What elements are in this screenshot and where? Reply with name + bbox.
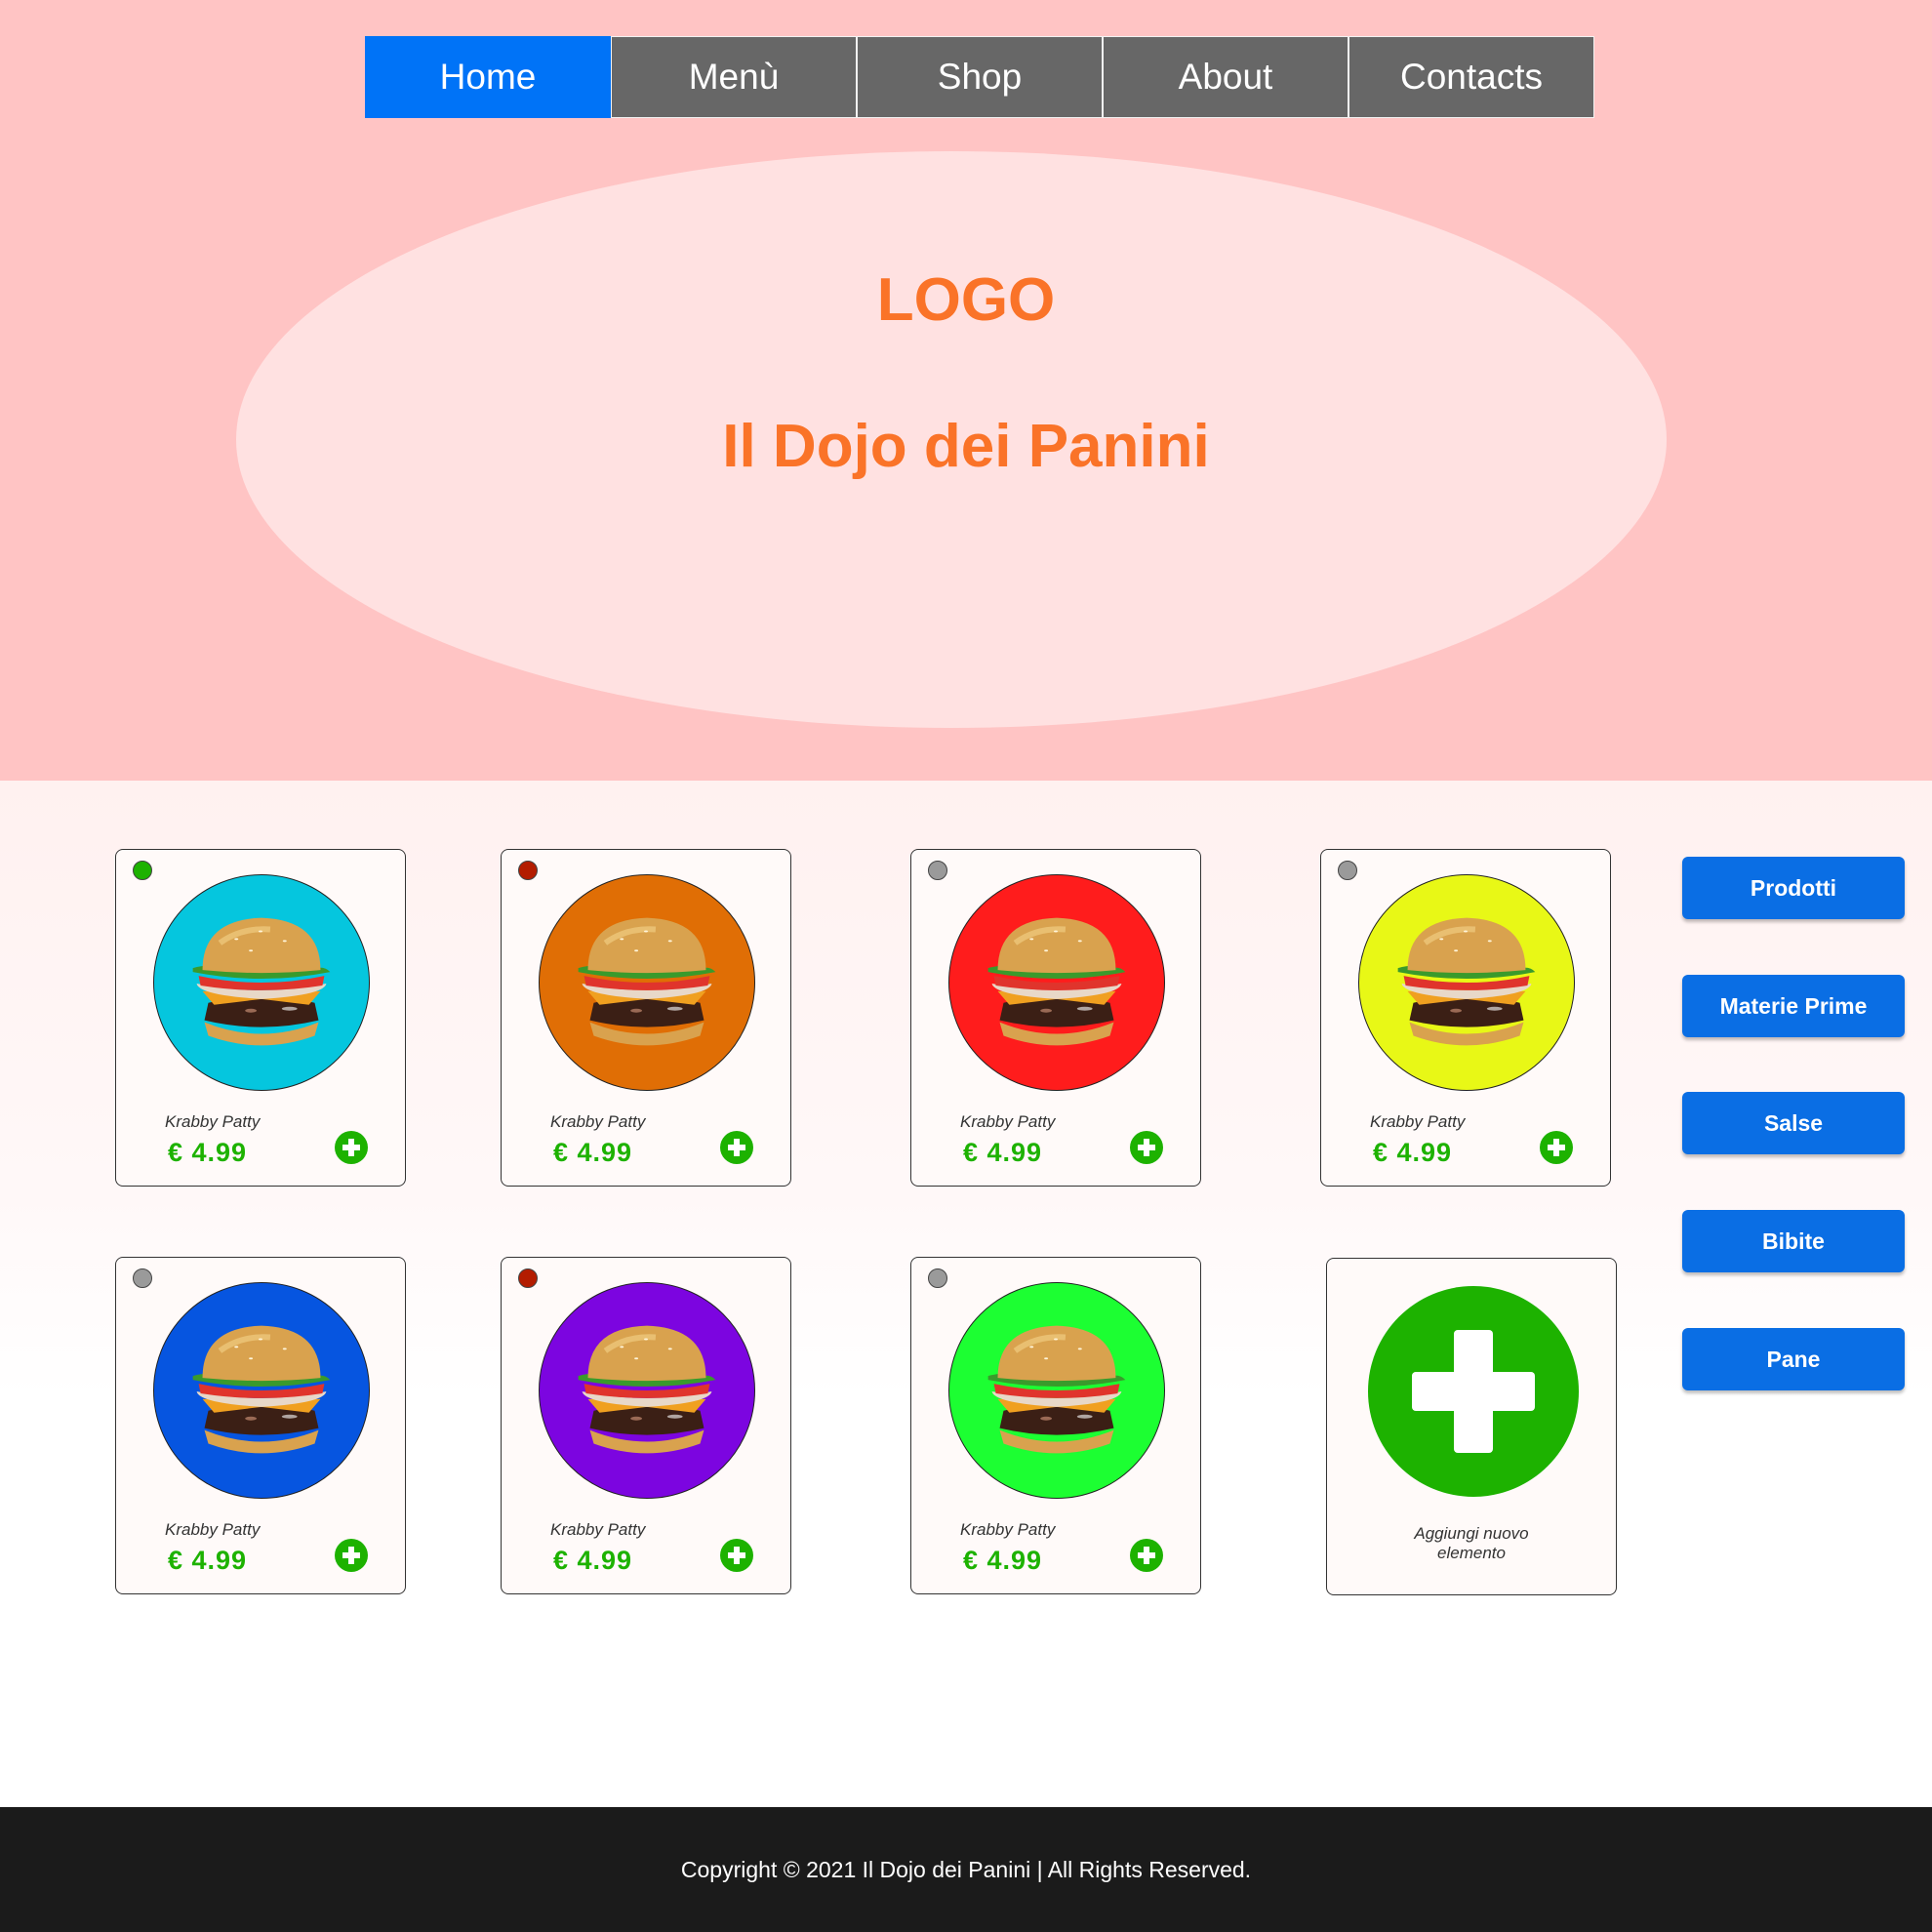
product-price: € 4.99 <box>963 1546 1043 1575</box>
category-materie-prime-button[interactable]: Materie Prime <box>1682 975 1905 1037</box>
product-price: € 4.99 <box>553 1138 633 1167</box>
nav-menu[interactable]: Menù <box>611 36 857 118</box>
status-dot-icon <box>518 1268 538 1288</box>
status-dot-icon <box>133 861 152 880</box>
nav-shop[interactable]: Shop <box>857 36 1103 118</box>
footer: Copyright © 2021 Il Dojo dei Panini | Al… <box>0 1807 1932 1932</box>
category-salse-button[interactable]: Salse <box>1682 1092 1905 1154</box>
add-item-icon[interactable] <box>1368 1286 1579 1497</box>
site-title: Il Dojo dei Panini <box>722 413 1210 480</box>
category-bibite-button[interactable]: Bibite <box>1682 1210 1905 1272</box>
product-card[interactable]: Krabby Patty € 4.99 <box>910 849 1201 1187</box>
status-dot-icon <box>133 1268 152 1288</box>
product-card[interactable]: Krabby Patty € 4.99 <box>501 849 791 1187</box>
product-name: Krabby Patty <box>165 1520 261 1539</box>
product-price: € 4.99 <box>963 1138 1043 1167</box>
burger-image <box>153 874 370 1091</box>
add-to-cart-plus-icon[interactable] <box>1130 1539 1163 1572</box>
nav-home[interactable]: Home <box>365 36 611 118</box>
burger-image <box>539 874 755 1091</box>
burger-image <box>948 1282 1165 1499</box>
nav-contacts[interactable]: Contacts <box>1348 36 1594 118</box>
product-card[interactable]: Krabby Patty € 4.99 <box>115 849 406 1187</box>
status-dot-icon <box>928 1268 947 1288</box>
add-item-card[interactable]: Aggiungi nuovo elemento <box>1326 1258 1617 1595</box>
product-name: Krabby Patty <box>960 1520 1056 1539</box>
nav-about[interactable]: About <box>1103 36 1348 118</box>
product-name: Krabby Patty <box>1370 1112 1466 1131</box>
add-to-cart-plus-icon[interactable] <box>720 1131 753 1164</box>
add-item-label-line1: Aggiungi nuovo <box>1414 1524 1529 1543</box>
product-name: Krabby Patty <box>165 1112 261 1131</box>
status-dot-icon <box>1338 861 1357 880</box>
burger-image <box>539 1282 755 1499</box>
product-card[interactable]: Krabby Patty € 4.99 <box>501 1257 791 1594</box>
add-item-label: Aggiungi nuovo elemento <box>1327 1524 1616 1563</box>
status-dot-icon <box>928 861 947 880</box>
product-price: € 4.99 <box>1373 1138 1453 1167</box>
add-to-cart-plus-icon[interactable] <box>335 1131 368 1164</box>
product-name: Krabby Patty <box>960 1112 1056 1131</box>
add-to-cart-plus-icon[interactable] <box>720 1539 753 1572</box>
burger-image <box>1358 874 1575 1091</box>
product-area: Krabby Patty € 4.99 Krabby Patty € 4.99 Kr… <box>0 781 1932 1807</box>
product-price: € 4.99 <box>553 1546 633 1575</box>
category-prodotti-button[interactable]: Prodotti <box>1682 857 1905 919</box>
status-dot-icon <box>518 861 538 880</box>
product-card[interactable]: Krabby Patty € 4.99 <box>115 1257 406 1594</box>
product-card[interactable]: Krabby Patty € 4.99 <box>910 1257 1201 1594</box>
logo-text: LOGO <box>876 266 1056 334</box>
product-card[interactable]: Krabby Patty € 4.99 <box>1320 849 1611 1187</box>
add-to-cart-plus-icon[interactable] <box>1130 1131 1163 1164</box>
product-price: € 4.99 <box>168 1546 248 1575</box>
product-name: Krabby Patty <box>550 1112 646 1131</box>
hero-section: Home Menù Shop About Contacts LOGO Il Do… <box>0 0 1932 781</box>
product-name: Krabby Patty <box>550 1520 646 1539</box>
burger-image <box>948 874 1165 1091</box>
burger-image <box>153 1282 370 1499</box>
category-pane-button[interactable]: Pane <box>1682 1328 1905 1390</box>
add-to-cart-plus-icon[interactable] <box>335 1539 368 1572</box>
top-nav: Home Menù Shop About Contacts <box>365 36 1594 118</box>
add-item-label-line2: elemento <box>1437 1544 1506 1562</box>
add-to-cart-plus-icon[interactable] <box>1540 1131 1573 1164</box>
product-price: € 4.99 <box>168 1138 248 1167</box>
footer-copyright: Copyright © 2021 Il Dojo dei Panini | Al… <box>680 1856 1252 1882</box>
